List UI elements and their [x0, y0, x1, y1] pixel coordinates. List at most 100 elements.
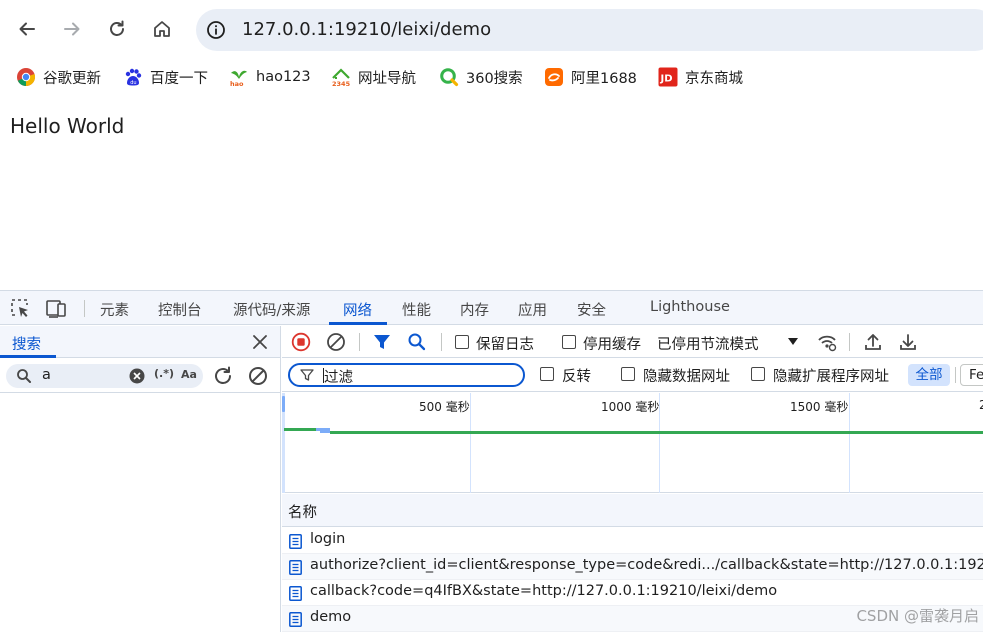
bookmark-jd[interactable]: JD 京东商城	[658, 66, 743, 88]
hide-extension-urls-checkbox[interactable]	[751, 367, 765, 381]
search-toolbar: a (.*) Aa	[0, 358, 280, 393]
search-drawer: 搜索 a (.*) Aa	[0, 326, 281, 632]
record-stop-icon[interactable]	[291, 332, 311, 352]
clear-search-icon[interactable]	[129, 368, 145, 384]
hide-extension-urls-label[interactable]: 隐藏扩展程序网址	[773, 365, 889, 386]
tab-performance[interactable]: 性能	[402, 299, 431, 320]
name-column-header[interactable]: 名称	[282, 494, 983, 527]
baidu-icon: du	[125, 68, 142, 86]
export-har-icon[interactable]	[898, 332, 918, 352]
timeline-bar-download	[320, 431, 330, 433]
tab-sources[interactable]: 源代码/来源	[233, 299, 310, 320]
search-input[interactable]: a (.*) Aa	[6, 364, 203, 388]
close-icon[interactable]	[250, 332, 270, 352]
browser-toolbar: 127.0.0.1:19210/leixi/demo	[0, 0, 983, 60]
preserve-log-label[interactable]: 保留日志	[476, 333, 534, 354]
filter-icon	[300, 369, 314, 381]
filter-separator	[955, 367, 956, 383]
tab-separator	[84, 300, 85, 317]
bookmark-1688[interactable]: 阿里1688	[544, 66, 637, 88]
document-icon	[289, 586, 302, 601]
timeline-label: 2	[979, 398, 983, 412]
filter-all-button[interactable]: 全部	[908, 364, 950, 386]
home-button[interactable]	[147, 14, 177, 44]
filter-icon[interactable]	[372, 332, 392, 352]
timeline-label: 500 毫秒	[419, 400, 470, 414]
document-icon	[289, 534, 302, 549]
timeline-drag-handle[interactable]	[282, 396, 285, 412]
name-column-label: 名称	[288, 505, 317, 521]
search-query[interactable]: a	[42, 367, 51, 383]
back-button[interactable]	[12, 14, 42, 44]
request-name[interactable]: authorize?client_id=client&response_type…	[310, 557, 983, 573]
invert-checkbox[interactable]	[540, 367, 554, 381]
svg-text:JD: JD	[660, 74, 673, 85]
url-text[interactable]: 127.0.0.1:19210/leixi/demo	[242, 19, 491, 40]
network-toolbar: 保留日志 停用缓存 已停用节流模式	[282, 326, 983, 358]
jd-icon: JD	[658, 67, 678, 87]
search-icon[interactable]	[407, 332, 427, 352]
bookmark-hao123[interactable]: hao hao123	[229, 66, 311, 88]
reload-button[interactable]	[102, 14, 132, 44]
filter-fetch-xhr-button[interactable]: Fe	[960, 364, 983, 386]
bookmark-label: 360搜索	[466, 70, 523, 87]
throttling-select[interactable]: 已停用节流模式	[657, 333, 759, 354]
match-case-toggle[interactable]: Aa	[181, 368, 197, 381]
request-row[interactable]: authorize?client_id=client&response_type…	[282, 554, 983, 580]
device-toolbar-icon[interactable]	[45, 298, 67, 319]
arrow-right-icon	[64, 22, 80, 36]
bookmark-baidu[interactable]: du 百度一下	[123, 66, 208, 88]
svg-text:du: du	[130, 80, 136, 86]
tab-elements[interactable]: 元素	[100, 299, 129, 320]
filter-placeholder: 过滤	[324, 370, 353, 386]
devtools-panel: 元素 控制台 源代码/来源 网络 性能 内存 应用 安全 Lighthouse …	[0, 290, 983, 632]
tab-application[interactable]: 应用	[518, 299, 547, 320]
search-icon	[17, 369, 31, 383]
svg-text:hao: hao	[230, 80, 244, 87]
chrome-icon	[17, 68, 36, 87]
disable-cache-checkbox[interactable]	[562, 335, 576, 349]
toolbar-separator	[441, 333, 442, 351]
chevron-down-icon[interactable]	[788, 338, 798, 345]
clear-log-icon[interactable]	[326, 332, 346, 352]
tab-network[interactable]: 网络	[343, 299, 372, 320]
bookmark-label: 网址导航	[358, 70, 416, 87]
timeline-label: 1500 毫秒	[790, 400, 849, 414]
request-name[interactable]: login	[310, 531, 345, 547]
filter-bar: 过滤 反转 隐藏数据网址 隐藏扩展程序网址 全部 Fe	[282, 358, 983, 392]
disable-cache-label[interactable]: 停用缓存	[583, 333, 641, 354]
tab-memory[interactable]: 内存	[460, 299, 489, 320]
search-drawer-title[interactable]: 搜索	[12, 333, 41, 354]
bookmark-360-search[interactable]: 360搜索	[439, 66, 523, 88]
tab-console[interactable]: 控制台	[158, 299, 202, 320]
inspect-element-icon[interactable]	[10, 298, 31, 319]
request-row[interactable]: login	[282, 528, 983, 554]
svg-text:2345: 2345	[332, 80, 351, 87]
reload-icon	[110, 20, 124, 36]
import-har-icon[interactable]	[863, 332, 883, 352]
request-name[interactable]: callback?code=q4IfBX&state=http://127.0.…	[310, 583, 777, 599]
request-row[interactable]: callback?code=q4IfBX&state=http://127.0.…	[282, 580, 983, 606]
search-drawer-header: 搜索	[0, 326, 280, 358]
network-overview-timeline[interactable]: 500 毫秒 1000 毫秒 1500 毫秒 2	[282, 393, 983, 493]
preserve-log-checkbox[interactable]	[455, 335, 469, 349]
forward-button[interactable]	[57, 14, 87, 44]
request-name[interactable]: demo	[310, 609, 351, 625]
network-conditions-icon[interactable]	[817, 332, 837, 352]
tab-lighthouse[interactable]: Lighthouse	[650, 299, 730, 315]
invert-label[interactable]: 反转	[562, 365, 591, 386]
site-info-icon[interactable]	[206, 20, 226, 40]
bookmark-2345[interactable]: 2345 网址导航	[331, 66, 416, 88]
refresh-icon[interactable]	[212, 365, 234, 387]
tab-security[interactable]: 安全	[577, 299, 606, 320]
filter-input[interactable]: 过滤	[288, 363, 525, 387]
address-bar[interactable]: 127.0.0.1:19210/leixi/demo	[196, 9, 983, 51]
devtools-tab-bar: 元素 控制台 源代码/来源 网络 性能 内存 应用 安全 Lighthouse	[0, 291, 983, 325]
clear-icon[interactable]	[247, 365, 269, 387]
document-icon	[289, 612, 302, 627]
bookmark-google-update[interactable]: 谷歌更新	[16, 66, 101, 88]
hide-data-urls-label[interactable]: 隐藏数据网址	[643, 365, 730, 386]
regex-toggle[interactable]: (.*)	[154, 367, 174, 380]
hide-data-urls-checkbox[interactable]	[621, 367, 635, 381]
document-icon	[289, 560, 302, 575]
